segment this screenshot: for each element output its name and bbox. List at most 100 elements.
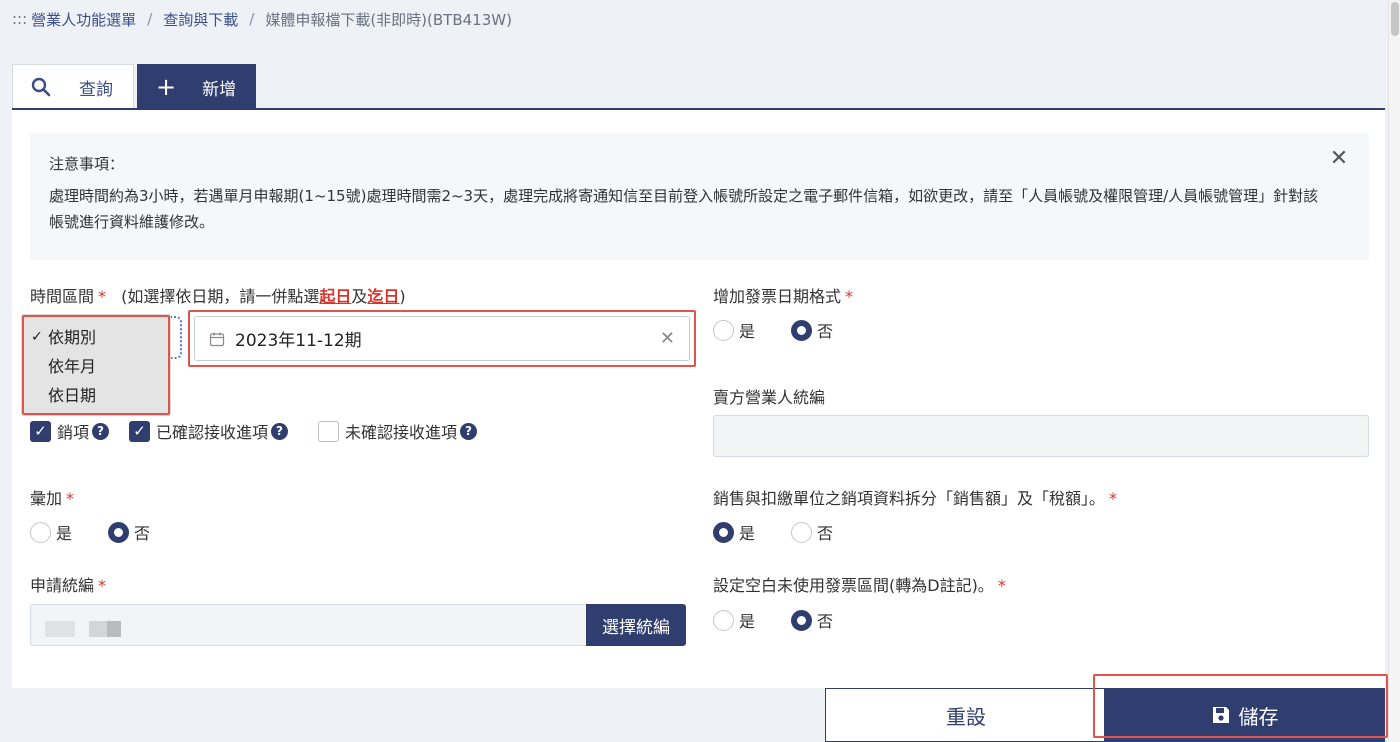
breadcrumb-item-menu[interactable]: 營業人功能選單 <box>31 9 136 30</box>
hint-start-date-link[interactable]: 起日 <box>319 287 351 306</box>
radio-label: 是 <box>739 612 756 631</box>
radio-unselected-icon[interactable] <box>713 609 734 631</box>
split-radio-group: 是 否 <box>713 520 869 544</box>
notice-title: 注意事項： <box>49 155 125 173</box>
blank-range-radio-group: 是 否 <box>713 608 869 632</box>
apply-id-label: 申請統編 * <box>30 572 106 596</box>
invoice-date-format-radio-no[interactable]: 否 <box>791 318 833 342</box>
checkbox-checked-icon[interactable]: ✓ <box>30 420 51 442</box>
tab-query[interactable]: 查詢 <box>12 64 134 109</box>
radio-unselected-icon[interactable] <box>713 319 734 341</box>
radio-selected-icon[interactable] <box>108 521 130 543</box>
period-value: 2023年11-12期 <box>235 331 362 351</box>
checkbox-unchecked-icon[interactable] <box>318 420 339 442</box>
close-icon[interactable]: ✕ <box>1329 148 1349 170</box>
blank-range-label-text: 設定空白未使用發票區間(轉為D註記)。 <box>713 576 994 595</box>
split-radio-yes[interactable]: 是 <box>713 520 755 544</box>
radio-label: 是 <box>739 524 756 543</box>
notice-box: 注意事項： 處理時間約為3小時，若遇單月申報期(1~15號)處理時間需2~3天，… <box>30 133 1369 260</box>
blank-range-radio-no[interactable]: 否 <box>791 608 833 632</box>
dropdown-option-by-date[interactable]: 依日期 <box>24 381 168 410</box>
invoice-date-format-label-text: 增加發票日期格式 <box>713 287 842 306</box>
checkbox-unconfirmed-purchase[interactable]: 未確認接收進項 ? <box>318 419 478 443</box>
radio-selected-icon[interactable] <box>791 609 813 631</box>
form-panel: 注意事項： 處理時間約為3小時，若遇單月申報期(1~15號)處理時間需2~3天，… <box>12 110 1385 688</box>
required-mark: * <box>98 287 107 306</box>
required-mark: * <box>1109 489 1118 508</box>
breadcrumb-separator: / <box>249 10 255 28</box>
reset-button[interactable]: 重設 <box>825 688 1107 742</box>
time-range-label-text: 時間區間 <box>30 287 95 306</box>
radio-selected-icon[interactable] <box>713 521 734 543</box>
check-icon: ✓ <box>31 329 43 345</box>
hint-prefix: (如選擇依日期，請一併點選 <box>121 287 320 306</box>
help-icon[interactable]: ? <box>460 422 478 440</box>
corner-accent <box>0 0 14 8</box>
save-button-highlight <box>1093 674 1388 738</box>
apply-id-label-text: 申請統編 <box>30 576 95 595</box>
period-input[interactable]: 2023年11-12期 ✕ <box>194 316 690 361</box>
split-label: 銷售與扣繳單位之銷項資料拆分「銷售額」及「稅額」。 * <box>713 485 1117 509</box>
radio-unselected-icon[interactable] <box>791 521 813 543</box>
invoice-date-format-radio-yes[interactable]: 是 <box>713 318 755 342</box>
radio-unselected-icon[interactable] <box>30 521 51 543</box>
checkbox-checked-icon[interactable]: ✓ <box>129 420 150 442</box>
invoice-date-format-label: 增加發票日期格式 * <box>713 283 853 307</box>
apply-id-input[interactable] <box>30 604 586 646</box>
time-range-hint: (如選擇依日期，請一併點選起日及迄日) <box>121 287 406 306</box>
hint-end-date-link[interactable]: 迄日 <box>367 287 399 306</box>
invoice-date-format-radio-group: 是 否 <box>713 318 869 342</box>
radio-label: 否 <box>817 612 834 631</box>
breadcrumb: ::: 營業人功能選單 / 查詢與下載 / 媒體申報檔下載(非即時)(BTB41… <box>12 9 512 29</box>
checkbox-label: 已確認接收進項 <box>156 423 269 442</box>
required-mark: * <box>66 489 75 508</box>
merge-radio-yes[interactable]: 是 <box>30 520 72 544</box>
breadcrumb-item-query-download[interactable]: 查詢與下載 <box>163 9 238 30</box>
vertical-scrollbar[interactable] <box>1388 0 1400 742</box>
breadcrumb-separator: / <box>147 10 153 28</box>
calendar-icon <box>209 332 225 346</box>
select-id-button[interactable]: 選擇統編 <box>586 604 686 646</box>
dropdown-option-by-month[interactable]: 依年月 <box>24 352 168 381</box>
blank-range-radio-yes[interactable]: 是 <box>713 608 755 632</box>
search-icon <box>31 77 51 97</box>
radio-label: 否 <box>817 322 834 341</box>
dropdown-option-by-period[interactable]: ✓ 依期別 <box>24 323 168 352</box>
seller-id-input[interactable] <box>713 415 1369 457</box>
merge-label: 彙加 * <box>30 485 74 509</box>
option-label: 依期別 <box>48 328 97 347</box>
help-icon[interactable]: ? <box>271 422 289 440</box>
radio-label: 否 <box>134 524 151 543</box>
redacted-text <box>45 621 75 637</box>
radio-selected-icon[interactable] <box>791 319 813 341</box>
tab-bar: 查詢 + 新增 <box>12 64 256 109</box>
help-icon[interactable]: ? <box>92 422 110 440</box>
hint-mid: 及 <box>351 287 368 306</box>
required-mark: * <box>98 576 107 595</box>
notice-body: 處理時間約為3小時，若遇單月申報期(1~15號)處理時間需2~3天，處理完成將寄… <box>49 187 1319 231</box>
split-label-text: 銷售與扣繳單位之銷項資料拆分「銷售額」及「稅額」。 <box>713 489 1106 508</box>
option-label: 依年月 <box>48 357 97 376</box>
blank-range-label: 設定空白未使用發票區間(轉為D註記)。 * <box>713 572 1006 596</box>
radio-label: 是 <box>56 524 73 543</box>
scrollbar-thumb[interactable] <box>1391 2 1399 36</box>
clear-icon[interactable]: ✕ <box>660 328 675 349</box>
breadcrumb-prefix: ::: <box>12 10 28 28</box>
seller-id-label: 賣方營業人統編 <box>713 388 826 407</box>
checkbox-label: 未確認接收進項 <box>345 423 458 442</box>
time-range-dropdown[interactable]: ✓ 依期別 依年月 依日期 <box>22 315 170 415</box>
merge-radio-group: 是 否 <box>30 520 186 544</box>
checkbox-confirmed-purchase[interactable]: ✓ 已確認接收進項 ? <box>129 419 289 443</box>
breadcrumb-item-current: 媒體申報檔下載(非即時)(BTB413W) <box>265 10 512 29</box>
merge-label-text: 彙加 <box>30 489 63 508</box>
plus-icon: + <box>156 73 177 101</box>
split-radio-no[interactable]: 否 <box>791 520 833 544</box>
redacted-text <box>89 621 121 637</box>
period-input-highlight: 2023年11-12期 ✕ <box>188 310 696 367</box>
merge-radio-no[interactable]: 否 <box>108 520 150 544</box>
checkbox-sales[interactable]: ✓ 銷項 ? <box>30 419 110 443</box>
radio-label: 否 <box>817 524 834 543</box>
option-label: 依日期 <box>48 386 97 405</box>
tab-add[interactable]: + 新增 <box>137 64 256 109</box>
time-range-label: 時間區間 * (如選擇依日期，請一併點選起日及迄日) <box>30 283 406 307</box>
